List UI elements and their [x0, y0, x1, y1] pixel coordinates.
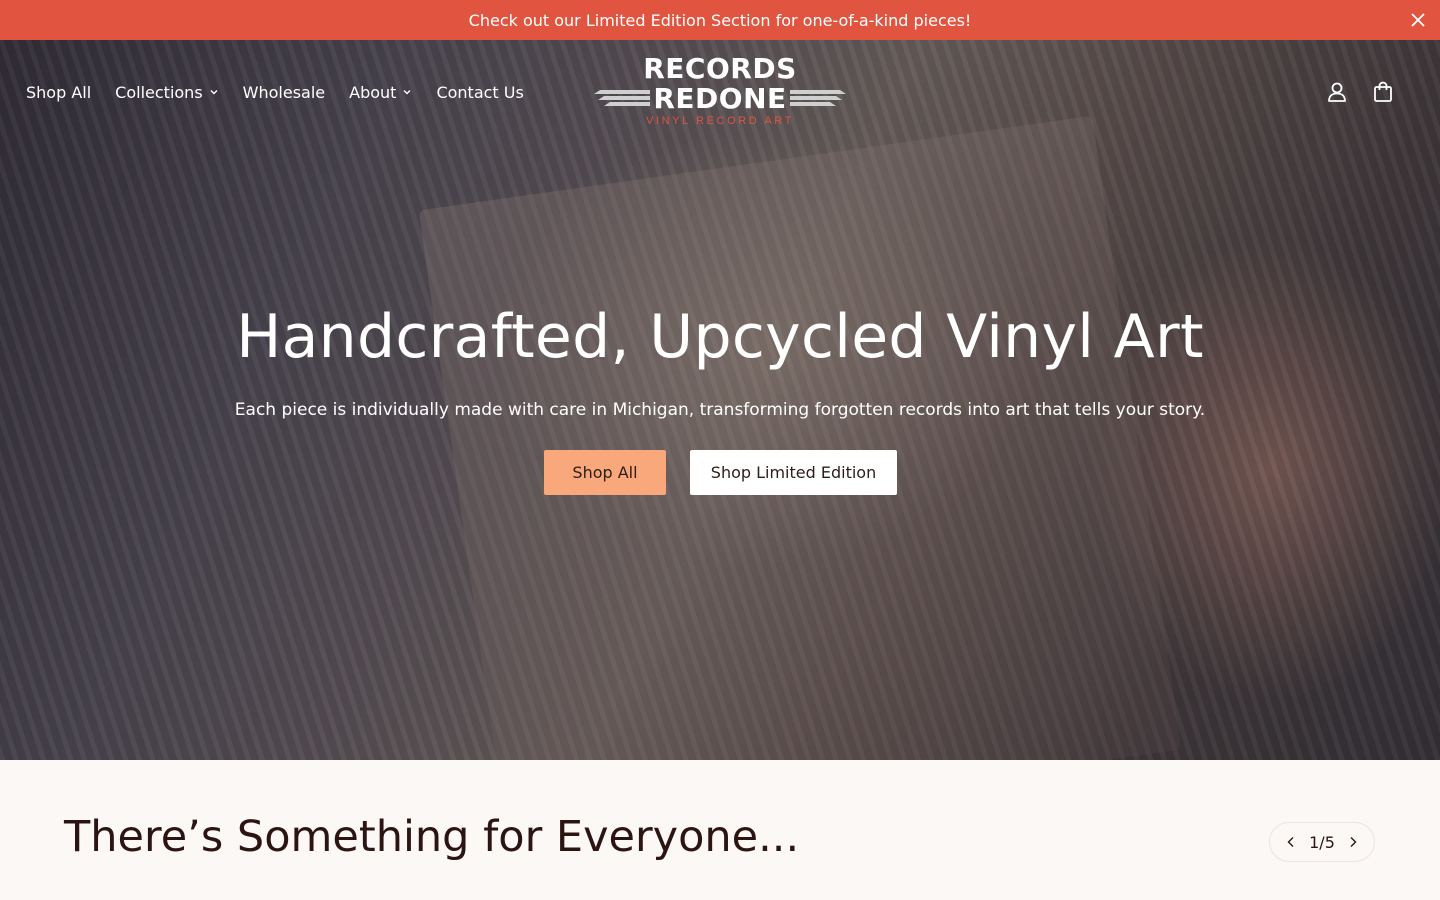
account-icon[interactable] [1326, 80, 1348, 104]
nav-about[interactable]: About [349, 83, 412, 102]
announcement-text[interactable]: Check out our Limited Edition Section fo… [469, 11, 972, 30]
announcement-bar: Check out our Limited Edition Section fo… [0, 0, 1440, 40]
cart-icon[interactable] [1372, 80, 1394, 104]
nav-contact-us[interactable]: Contact Us [436, 83, 523, 102]
nav-collections[interactable]: Collections [115, 83, 218, 102]
carousel-count: 1/5 [1309, 832, 1335, 852]
nav-wholesale-label: Wholesale [242, 82, 326, 102]
nav-collections-label: Collections [115, 82, 203, 102]
close-icon[interactable] [1408, 10, 1428, 30]
header-actions [1326, 80, 1394, 104]
chevron-down-icon [210, 90, 218, 95]
nav-contact-us-label: Contact Us [436, 82, 524, 102]
hero-title: Handcrafted, Upcycled Vinyl Art [236, 302, 1204, 372]
chevron-left-icon[interactable] [1284, 835, 1298, 849]
carousel-pager: 1/5 [1269, 822, 1375, 862]
main-nav: Shop All Collections Wholesale About Con… [26, 78, 524, 106]
logo-line-1: RECORDS [643, 52, 797, 85]
logo-tagline: VINYL RECORD ART [646, 115, 794, 127]
nav-shop-all[interactable]: Shop All [26, 83, 91, 102]
chevron-down-icon [403, 90, 411, 95]
shop-all-button[interactable]: Shop All [544, 450, 666, 495]
section-title: There’s Something for Everyone... [64, 812, 800, 862]
logo-line-2: REDONE [653, 82, 787, 115]
site-logo[interactable]: RECORDS REDONE VINYL RECORD ART [594, 54, 846, 130]
nav-shop-all-label: Shop All [26, 82, 92, 102]
logo-wordmark: RECORDS REDONE VINYL RECORD ART [594, 52, 846, 128]
nav-about-label: About [349, 82, 397, 102]
chevron-right-icon[interactable] [1346, 835, 1360, 849]
shop-limited-edition-button[interactable]: Shop Limited Edition [690, 450, 897, 495]
hero-subtitle: Each piece is individually made with car… [234, 400, 1206, 420]
nav-wholesale[interactable]: Wholesale [243, 83, 325, 102]
